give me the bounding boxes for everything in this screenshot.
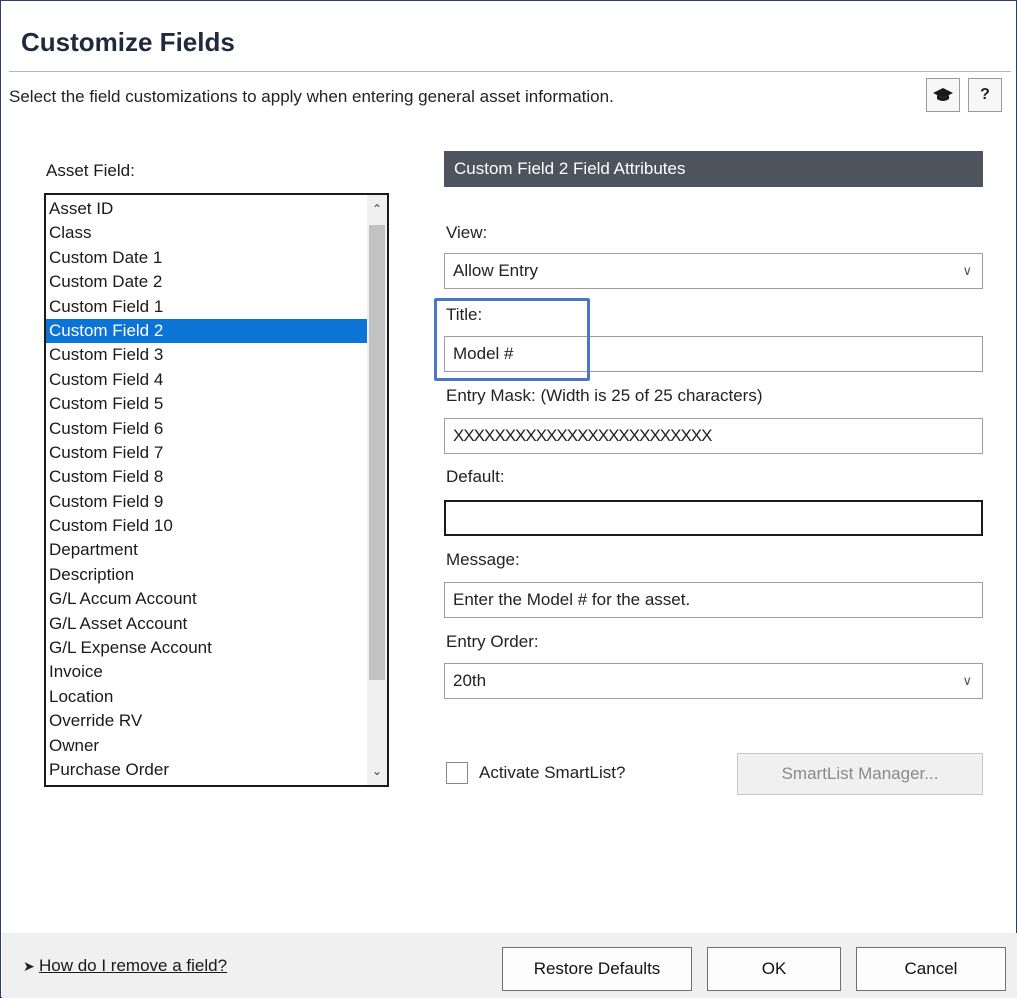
dialog-title: Customize Fields — [21, 27, 235, 57]
dialog-subtitle: Select the field customizations to apply… — [9, 87, 614, 106]
list-item[interactable]: Department — [46, 538, 369, 562]
asset-field-label: Asset Field: — [46, 161, 135, 180]
entry-order-label: Entry Order: — [446, 632, 539, 651]
view-dropdown-value: Allow Entry — [453, 261, 539, 280]
scroll-up-icon[interactable]: ⌃ — [367, 199, 387, 219]
list-item[interactable]: Custom Field 7 — [46, 441, 369, 465]
message-input[interactable]: Enter the Model # for the asset. — [444, 582, 983, 618]
entry-order-dropdown[interactable]: 20th ∨ — [444, 663, 983, 699]
message-label: Message: — [446, 550, 520, 569]
list-item[interactable]: Custom Field 4 — [46, 368, 369, 392]
listbox-scrollbar[interactable]: ⌃ ⌄ — [367, 195, 387, 785]
ok-button[interactable]: OK — [707, 947, 841, 991]
list-item[interactable]: G/L Asset Account — [46, 612, 369, 636]
list-item[interactable]: Purchase Order — [46, 758, 369, 782]
list-item[interactable]: Description — [46, 563, 369, 587]
entry-mask-label: Entry Mask: (Width is 25 of 25 character… — [446, 386, 763, 405]
graduation-cap-icon[interactable] — [926, 78, 960, 112]
view-label: View: — [446, 223, 488, 242]
list-item[interactable]: Asset ID — [46, 197, 369, 221]
list-item[interactable]: Override RV — [46, 709, 369, 733]
default-input[interactable] — [444, 500, 983, 536]
activate-smartlist-label: Activate SmartList? — [479, 763, 626, 782]
asset-field-items: Asset ID Class Custom Date 1 Custom Date 2C… — [46, 197, 369, 782]
list-item[interactable]: Custom Date 1 — [46, 246, 369, 270]
list-item[interactable]: Custom Field 2 — [46, 318, 369, 344]
customize-fields-dialog: Customize Fields Select the field custom… — [0, 0, 1017, 998]
list-item[interactable]: Custom Date 2 — [46, 270, 369, 294]
graduation-cap-glyph — [933, 88, 953, 101]
list-item[interactable]: Custom Field 5 — [46, 392, 369, 416]
cancel-button[interactable]: Cancel — [856, 947, 1006, 991]
chevron-down-icon: ∨ — [962, 263, 972, 278]
help-question-button[interactable]: ? — [968, 78, 1002, 112]
list-item[interactable]: Custom Field 8 — [46, 465, 369, 489]
list-item[interactable]: G/L Expense Account — [46, 636, 369, 660]
activate-smartlist-checkbox[interactable] — [446, 762, 468, 784]
view-dropdown[interactable]: Allow Entry ∨ — [444, 253, 983, 289]
chevron-right-icon: ➤ — [23, 958, 35, 974]
smartlist-manager-button[interactable]: SmartList Manager... — [737, 753, 983, 795]
scroll-thumb[interactable] — [369, 225, 385, 680]
entry-mask-input[interactable]: XXXXXXXXXXXXXXXXXXXXXXXXX — [444, 418, 983, 454]
title-divider — [9, 71, 1011, 72]
list-item[interactable]: Custom Field 10 — [46, 514, 369, 538]
list-item[interactable]: Owner — [46, 734, 369, 758]
title-highlight-box — [434, 298, 590, 381]
remove-field-help-link[interactable]: How do I remove a field? — [39, 956, 227, 976]
default-label: Default: — [446, 467, 505, 486]
list-item[interactable]: Class — [46, 221, 369, 245]
attributes-header: Custom Field 2 Field Attributes — [444, 151, 983, 187]
restore-defaults-button[interactable]: Restore Defaults — [502, 947, 692, 991]
list-item[interactable]: Location — [46, 685, 369, 709]
entry-order-value: 20th — [453, 671, 487, 690]
scroll-down-icon[interactable]: ⌄ — [367, 761, 387, 781]
list-item[interactable]: Invoice — [46, 660, 369, 684]
chevron-down-icon: ∨ — [962, 673, 972, 688]
list-item[interactable]: Custom Field 6 — [46, 417, 369, 441]
list-item[interactable]: G/L Accum Account — [46, 587, 369, 611]
list-item[interactable]: Custom Field 3 — [46, 343, 369, 367]
list-item[interactable]: Custom Field 9 — [46, 490, 369, 514]
asset-field-listbox[interactable]: Asset ID Class Custom Date 1 Custom Date 2C… — [44, 193, 389, 787]
list-item[interactable]: Custom Field 1 — [46, 295, 369, 319]
